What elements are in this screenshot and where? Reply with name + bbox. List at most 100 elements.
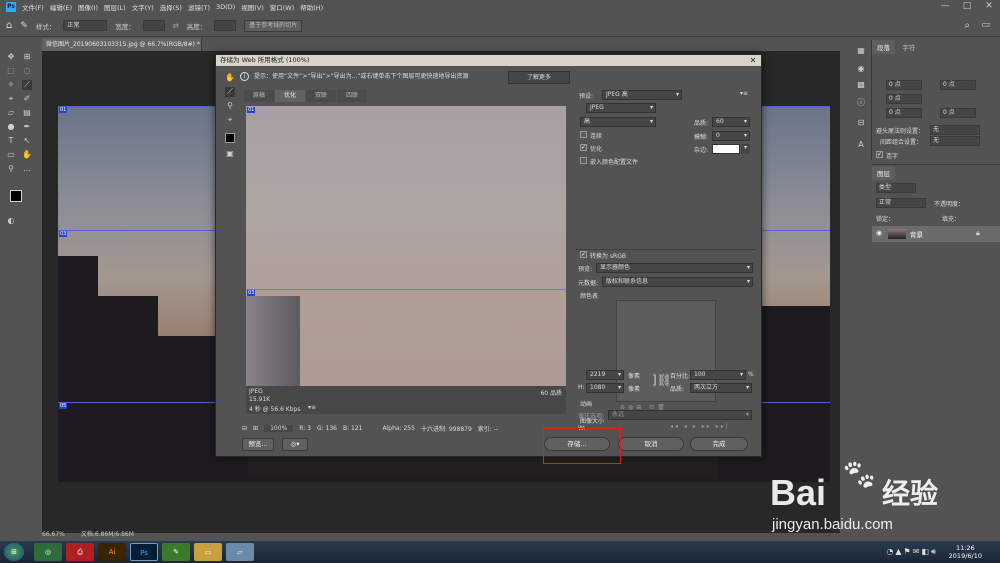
tray-icons[interactable]: ◔▲⚑✉◧🔊︎ [886, 547, 938, 557]
menu-layer[interactable]: 图层(L) [104, 2, 126, 12]
brush-icon[interactable]: ✐ [22, 94, 32, 104]
path-select-icon[interactable]: ↖ [22, 136, 32, 146]
tab-character[interactable]: 字符 [897, 40, 920, 54]
color-icon[interactable]: ◉ [856, 64, 866, 74]
app-icon[interactable]: ▱ [226, 543, 254, 561]
home-icon[interactable]: ⌂ [6, 20, 12, 31]
link-icon[interactable]: ]⛓︎ [652, 373, 672, 387]
artboard-tool-icon[interactable]: ⊞ [22, 52, 32, 62]
format-select[interactable]: JPEG [586, 103, 656, 113]
menu-type[interactable]: 文字(Y) [132, 2, 154, 12]
layer-kind-filter[interactable]: 类型 [876, 183, 916, 193]
progressive-checkbox[interactable] [580, 131, 587, 138]
quick-select-icon[interactable]: ✧ [6, 80, 16, 90]
adjust-icon[interactable]: ⊟ [856, 118, 866, 128]
quality-level-select[interactable]: 高 [580, 117, 656, 127]
indent-right-input[interactable]: 0 点 [940, 80, 976, 90]
menu-help[interactable]: 帮助(H) [300, 2, 323, 12]
rectangle-icon[interactable]: ▭ [6, 150, 16, 160]
style-select[interactable]: 正常 [63, 20, 108, 31]
loop-select[interactable]: 永远 [608, 410, 752, 420]
height-input[interactable] [214, 20, 237, 31]
illustrator-icon[interactable]: Ai [98, 543, 126, 561]
matte-color-swatch[interactable] [712, 144, 740, 154]
close-window-button[interactable]: ✕ [982, 1, 996, 12]
indent-left-input[interactable]: 0 点 [886, 80, 922, 90]
speed-menu-icon[interactable]: ▾≡ [308, 404, 316, 411]
menu-edit[interactable]: 编辑(E) [50, 2, 72, 12]
image-preview[interactable]: 01 03 [246, 106, 566, 386]
zoom-tool-icon[interactable]: ⚲ [6, 164, 16, 174]
metadata-select[interactable]: 版权和联系信息 [602, 277, 753, 287]
blend-mode-select[interactable]: 正常 [876, 198, 926, 208]
folder-icon[interactable]: ▭ [194, 543, 222, 561]
document-tab[interactable]: 微信图片_20190603103315.jpg @ 66.7%(RGB/8#) … [42, 38, 202, 51]
zoom-in-icon[interactable]: ⊞ [253, 425, 258, 432]
paragraph-icon[interactable]: A [856, 140, 866, 150]
eyedropper-icon[interactable]: ⌖ [6, 94, 16, 104]
tab-optimized[interactable]: 优化 [275, 90, 306, 102]
slice-select-icon[interactable]: ⟋ [225, 87, 235, 97]
menu-view[interactable]: 视图(V) [241, 2, 264, 12]
search-icon[interactable]: ⌕ [964, 20, 970, 31]
menu-select[interactable]: 选择(S) [160, 2, 182, 12]
browser-icon[interactable]: ◎ [34, 543, 62, 561]
preview-button[interactable]: 预览... [242, 438, 274, 451]
layer-row[interactable]: ◉ 背景 🔒︎ [872, 226, 1000, 242]
pen-icon[interactable]: ✒ [22, 122, 32, 132]
preview-select[interactable]: 显示器颜色 [596, 263, 753, 273]
eyedropper-icon[interactable]: ⌖ [225, 115, 235, 125]
hand-icon[interactable]: ✋ [225, 73, 235, 83]
menu-window[interactable]: 窗口(W) [270, 2, 295, 12]
preset-select[interactable]: JPEG 高 [602, 90, 682, 100]
tab-4-up[interactable]: 四联 [337, 90, 368, 102]
tab-2-up[interactable]: 双联 [306, 90, 337, 102]
lasso-tool-icon[interactable]: ◌ [22, 66, 32, 76]
slice-tool-icon[interactable]: ⟋ [22, 80, 32, 90]
swatches-icon[interactable]: ▩ [856, 80, 866, 90]
height-input[interactable]: 1080 [586, 383, 624, 393]
resample-select[interactable]: 两次立方 [690, 383, 752, 393]
type-tool-icon[interactable]: T [6, 136, 16, 146]
matte-dropdown-icon[interactable]: ▾ [741, 144, 750, 154]
slice-tool-icon[interactable]: ✎ [20, 21, 28, 31]
foreground-color-swatch[interactable] [10, 190, 22, 202]
tab-paragraph[interactable]: 段落 [872, 40, 895, 54]
zoom-select[interactable]: 100% [264, 424, 294, 432]
start-button[interactable]: ⊞ [4, 543, 24, 561]
browser-preview-icon[interactable]: ◎▾ [282, 438, 308, 451]
eye-icon[interactable]: ◉ [876, 229, 882, 237]
photoshop-taskbar-icon[interactable]: Ps [130, 543, 158, 561]
move-tool-icon[interactable]: ✥ [6, 52, 16, 62]
indent-first-input[interactable]: 0 点 [886, 94, 922, 104]
dialog-close-button[interactable]: ✕ [748, 55, 758, 66]
width-input[interactable] [142, 20, 165, 31]
app-icon[interactable]: ✎ [162, 543, 190, 561]
quality-input[interactable]: 60 [712, 117, 750, 127]
animation-controls[interactable]: ◂◂ ◂ ▸ ▸▸ ▸▸| [670, 423, 730, 430]
gradient-icon[interactable]: ▤ [22, 108, 32, 118]
learn-more-button[interactable]: 了解更多 [508, 71, 570, 84]
toggle-slices-icon[interactable]: ▣ [225, 149, 235, 159]
preset-menu-icon[interactable]: ▾≡ [740, 90, 748, 97]
zoom-icon[interactable]: ⚲ [225, 101, 235, 111]
marquee-tool-icon[interactable]: ⬚ [6, 66, 16, 76]
maximize-button[interactable]: □ [960, 1, 974, 12]
workspace-icon[interactable]: ▭ [981, 20, 990, 30]
done-button[interactable]: 完成 [690, 437, 748, 451]
tab-layers[interactable]: 图层 [872, 166, 895, 180]
width-input[interactable]: 2219 [586, 370, 624, 380]
slices-from-guides-button[interactable]: 基于参考线的切片 [244, 19, 303, 32]
cancel-button[interactable]: 取消 [618, 437, 684, 451]
convert-srgb-checkbox[interactable]: ✓ [580, 251, 587, 258]
tab-original[interactable]: 原稿 [244, 90, 275, 102]
avoid-select[interactable]: 无 [930, 125, 980, 135]
more-tools-icon[interactable]: … [22, 164, 32, 174]
menu-image[interactable]: 图像(I) [78, 2, 98, 12]
minimize-button[interactable]: — [938, 1, 952, 12]
hand-icon[interactable]: ✋ [22, 150, 32, 160]
eraser-icon[interactable]: ▱ [6, 108, 16, 118]
menu-file[interactable]: 文件(F) [22, 2, 44, 12]
info-panel-icon[interactable]: ⓘ [856, 98, 866, 108]
quick-mask-icon[interactable]: ◐ [6, 216, 16, 226]
